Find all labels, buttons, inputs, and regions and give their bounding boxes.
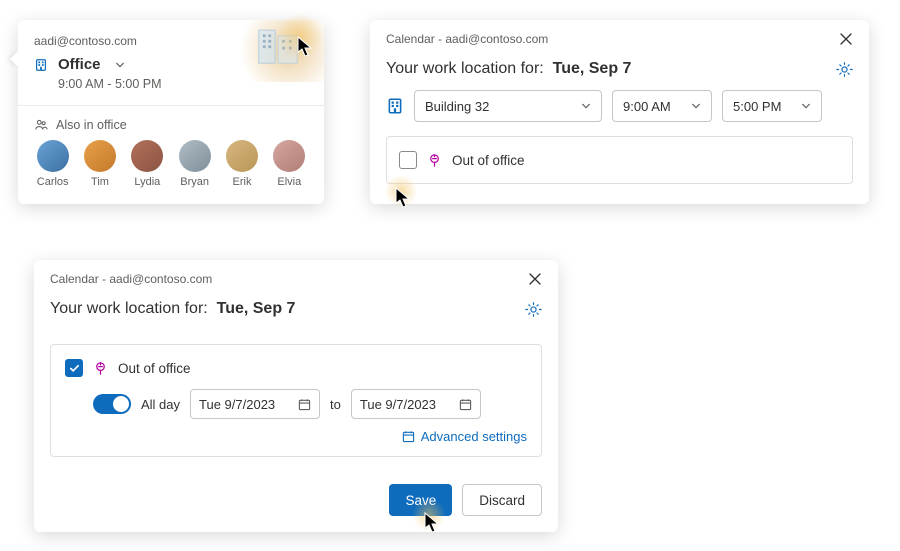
heading-date: Tue, Sep 7 [217, 300, 296, 317]
start-date-value: Tue 9/7/2023 [199, 397, 275, 412]
avatar [131, 140, 163, 172]
to-label: to [330, 397, 341, 412]
person[interactable]: Erik [223, 140, 260, 188]
building-select[interactable]: Building 32 [414, 90, 602, 122]
out-of-office-label: Out of office [118, 361, 191, 376]
window-title: Calendar - aadi@contoso.com [386, 32, 548, 46]
account-label: aadi@contoso.com [18, 20, 324, 56]
avatar [37, 140, 69, 172]
presence-away-icon [93, 361, 108, 376]
person-name: Lydia [134, 176, 160, 188]
out-of-office-section: Out of office All day Tue 9/7/2023 to Tu… [50, 344, 542, 457]
chevron-down-icon [801, 101, 811, 111]
end-time-select[interactable]: 5:00 PM [722, 90, 822, 122]
work-location-modal: Calendar - aadi@contoso.com Your work lo… [370, 20, 869, 204]
calendar-icon [298, 398, 311, 411]
building-icon [386, 97, 404, 115]
discard-button[interactable]: Discard [462, 484, 542, 516]
presence-away-icon [427, 153, 442, 168]
building-icon [34, 58, 48, 72]
start-time-value: 9:00 AM [623, 99, 671, 114]
person[interactable]: Elvia [271, 140, 308, 188]
advanced-settings-label: Advanced settings [421, 429, 527, 444]
end-date-picker[interactable]: Tue 9/7/2023 [351, 389, 481, 419]
gear-icon[interactable] [525, 301, 542, 318]
people-list: Carlos Tim Lydia Bryan Erik Elvia [34, 140, 308, 188]
chevron-down-icon [581, 101, 591, 111]
out-of-office-label: Out of office [452, 153, 525, 168]
save-button[interactable]: Save [389, 484, 452, 516]
all-day-label: All day [141, 397, 180, 412]
location-label: Office [58, 56, 101, 73]
calendar-icon [402, 430, 415, 443]
person-name: Bryan [180, 176, 209, 188]
avatar [179, 140, 211, 172]
location-row[interactable]: Office 9:00 AM - 5:00 PM [18, 56, 324, 105]
out-of-office-checkbox[interactable] [399, 151, 417, 169]
chevron-down-icon [115, 60, 125, 70]
all-day-toggle[interactable] [93, 394, 131, 414]
also-in-office-label: Also in office [56, 118, 127, 132]
heading-prefix: Your work location for: [50, 300, 208, 317]
avatar [273, 140, 305, 172]
start-time-select[interactable]: 9:00 AM [612, 90, 712, 122]
window-title: Calendar - aadi@contoso.com [50, 272, 212, 286]
person-name: Elvia [277, 176, 301, 188]
gear-icon[interactable] [836, 61, 853, 78]
people-icon [34, 118, 48, 132]
close-icon[interactable] [528, 272, 542, 286]
person[interactable]: Lydia [129, 140, 166, 188]
end-date-value: Tue 9/7/2023 [360, 397, 436, 412]
calendar-icon [459, 398, 472, 411]
heading-date: Tue, Sep 7 [553, 60, 632, 77]
out-of-office-row: Out of office [386, 136, 853, 184]
location-hours: 9:00 AM - 5:00 PM [34, 77, 308, 91]
avatar [84, 140, 116, 172]
building-value: Building 32 [425, 99, 489, 114]
person[interactable]: Bryan [176, 140, 213, 188]
person-name: Erik [233, 176, 252, 188]
work-location-modal-expanded: Calendar - aadi@contoso.com Your work lo… [34, 260, 558, 532]
person[interactable]: Carlos [34, 140, 71, 188]
avatar [226, 140, 258, 172]
out-of-office-checkbox[interactable] [65, 359, 83, 377]
chevron-down-icon [691, 101, 701, 111]
close-icon[interactable] [839, 32, 853, 46]
person-name: Tim [91, 176, 109, 188]
check-icon [69, 363, 80, 374]
person-name: Carlos [37, 176, 69, 188]
heading-prefix: Your work location for: [386, 60, 544, 77]
office-presence-card: aadi@contoso.com Office 9:00 AM - 5:00 P… [18, 20, 324, 204]
end-time-value: 5:00 PM [733, 99, 781, 114]
start-date-picker[interactable]: Tue 9/7/2023 [190, 389, 320, 419]
person[interactable]: Tim [81, 140, 118, 188]
advanced-settings-link[interactable]: Advanced settings [65, 429, 527, 444]
